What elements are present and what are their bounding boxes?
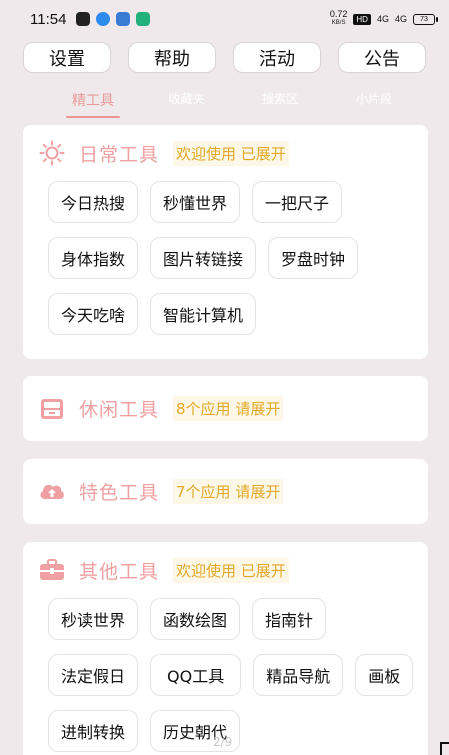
app-notification-icon-4: [136, 12, 151, 26]
leisure-tools-card[interactable]: 休闲工具 8个应用 请展开: [23, 376, 428, 441]
tool-image-to-link[interactable]: 图片转链接: [150, 237, 257, 279]
toolbox-icon: [37, 555, 67, 585]
settings-button[interactable]: 设置: [23, 42, 111, 73]
corner-bracket: [440, 742, 449, 755]
battery-icon: 73: [413, 13, 438, 25]
tab-favorites[interactable]: 收藏夹: [152, 90, 222, 116]
signal-4g-2: 4G: [394, 14, 407, 24]
tool-hot-search[interactable]: 今日热搜: [48, 181, 139, 223]
tool-holidays[interactable]: 法定假日: [48, 654, 139, 696]
announcement-button[interactable]: 公告: [338, 42, 426, 73]
tool-function-plot[interactable]: 函数绘图: [150, 598, 241, 640]
hd-badge: HD: [353, 13, 371, 25]
network-speed-unit: KB/S: [331, 20, 346, 26]
daily-tools-header[interactable]: 日常工具 欢迎使用 已展开: [23, 125, 428, 181]
activity-button[interactable]: 活动: [233, 42, 321, 73]
daily-tools-note: 欢迎使用 已展开: [173, 140, 289, 166]
status-bar: 11:54 0.72 KB/S HD 4G 4G 73: [0, 0, 449, 38]
tab-snippets[interactable]: 小片段: [339, 90, 409, 116]
other-tools-title: 其他工具: [79, 560, 160, 583]
tool-what-to-eat[interactable]: 今天吃啥: [48, 293, 139, 335]
tool-drawing-board[interactable]: 画板: [355, 654, 414, 696]
daily-tools-card: 日常工具 欢迎使用 已展开 今日热搜 秒懂世界 一把尺子 身体指数 图片转链接 …: [23, 125, 428, 359]
other-tools-card: 其他工具 欢迎使用 已展开 秒读世界 函数绘图 指南针 法定假日 QQ工具 精品…: [23, 542, 428, 755]
featured-tools-title: 特色工具: [79, 482, 160, 504]
help-button[interactable]: 帮助: [128, 42, 216, 73]
tab-search[interactable]: 搜索区: [245, 90, 315, 116]
network-speed-value: 0.72: [329, 9, 348, 19]
leisure-tools-note: 8个应用 请展开: [173, 396, 284, 421]
featured-tools-header[interactable]: 特色工具 7个应用 请展开: [23, 459, 428, 524]
signal-4g-1: 4G: [376, 14, 389, 24]
other-tools-grid: 秒读世界 函数绘图 指南针 法定假日 QQ工具 精品导航 画板 进制转换 历史朝…: [23, 598, 428, 755]
page-indicator: 2/9: [213, 735, 233, 749]
tool-smart-calculator[interactable]: 智能计算机: [150, 293, 257, 335]
tool-navigation[interactable]: 精品导航: [253, 654, 344, 696]
tool-understand-world[interactable]: 秒懂世界: [150, 181, 241, 223]
featured-tools-note: 7个应用 请展开: [173, 479, 284, 504]
tab-bar: 精工具 收藏夹 搜索区 小片段: [58, 90, 409, 118]
cloud-upload-icon: [37, 477, 67, 507]
network-speed: 0.72 KB/S: [330, 10, 348, 28]
status-time: 11:54: [30, 10, 67, 28]
featured-tools-card[interactable]: 特色工具 7个应用 请展开: [23, 459, 428, 524]
app-notification-icon-3: [116, 12, 131, 26]
status-right: 0.72 KB/S HD 4G 4G 73: [330, 10, 438, 28]
other-tools-note: 欢迎使用 已展开: [173, 557, 289, 583]
notification-icons: [76, 12, 151, 26]
tool-ruler[interactable]: 一把尺子: [252, 181, 343, 223]
leisure-tools-title: 休闲工具: [79, 399, 160, 421]
tool-read-world[interactable]: 秒读世界: [48, 598, 139, 640]
tool-qq-tools[interactable]: QQ工具: [150, 654, 242, 696]
other-tools-header[interactable]: 其他工具 欢迎使用 已展开: [23, 542, 428, 598]
app-notification-icon-1: [76, 12, 91, 26]
tool-compass[interactable]: 指南针: [252, 598, 327, 640]
sun-icon: [37, 138, 67, 168]
inbox-icon: [37, 394, 67, 424]
tab-tools[interactable]: 精工具: [58, 90, 128, 118]
tool-compass-clock[interactable]: 罗盘时钟: [268, 237, 359, 279]
leisure-tools-header[interactable]: 休闲工具 8个应用 请展开: [23, 376, 428, 441]
daily-tools-grid: 今日热搜 秒懂世界 一把尺子 身体指数 图片转链接 罗盘时钟 今天吃啥 智能计算…: [23, 181, 428, 349]
app-notification-icon-2: [96, 12, 111, 26]
tool-base-conversion[interactable]: 进制转换: [48, 710, 139, 752]
tool-body-index[interactable]: 身体指数: [48, 237, 139, 279]
top-button-bar: 设置 帮助 活动 公告: [23, 42, 426, 73]
daily-tools-title: 日常工具: [79, 143, 160, 166]
